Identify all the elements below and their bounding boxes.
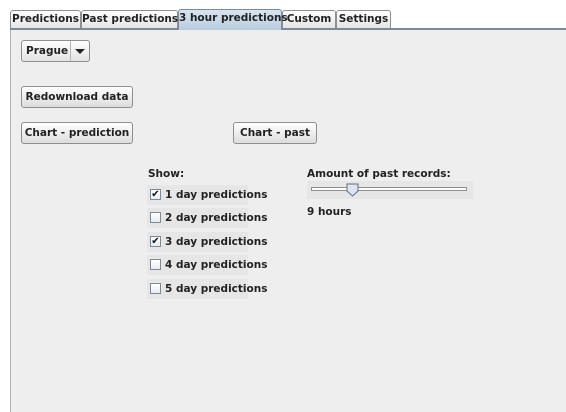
checkbox-label: 2 day predictions — [165, 212, 268, 224]
checkbox-label: 3 day predictions — [165, 236, 268, 248]
chart-past-button[interactable]: Chart - past — [233, 122, 317, 144]
app-window: Predictions Past predictions 3 hour pred… — [0, 0, 566, 412]
checkbox-label: 1 day predictions — [165, 189, 268, 201]
city-select-value: Prague — [26, 45, 69, 57]
past-records-value: 9 hours — [307, 206, 352, 218]
checkbox-3-day-predictions[interactable]: ✔ 3 day predictions — [147, 232, 267, 252]
tab-predictions[interactable]: Predictions — [10, 10, 81, 28]
past-records-slider[interactable] — [307, 181, 473, 199]
chevron-down-icon — [75, 49, 85, 54]
city-select[interactable]: Prague — [21, 40, 90, 62]
checkbox-2-day-predictions[interactable]: 2 day predictions — [147, 208, 267, 228]
checkbox-1-day-predictions[interactable]: ✔ 1 day predictions — [147, 185, 267, 205]
checkbox-box[interactable]: ✔ — [150, 236, 161, 247]
tab-bar: Predictions Past predictions 3 hour pred… — [10, 9, 566, 30]
city-select-dropdown-button[interactable] — [70, 41, 89, 61]
checkbox-box[interactable]: ✔ — [150, 189, 161, 200]
checkbox-5-day-predictions[interactable]: 5 day predictions — [147, 279, 267, 299]
checkbox-4-day-predictions[interactable]: 4 day predictions — [147, 255, 267, 275]
checkbox-box[interactable] — [150, 259, 161, 270]
tab-custom[interactable]: Custom — [282, 10, 336, 28]
checkbox-box[interactable] — [150, 212, 161, 223]
chart-prediction-button[interactable]: Chart - prediction — [21, 122, 133, 144]
slider-track[interactable] — [311, 187, 467, 191]
past-records-label: Amount of past records: — [307, 168, 451, 180]
tab-past-predictions[interactable]: Past predictions — [81, 10, 178, 28]
checkbox-label: 5 day predictions — [165, 283, 268, 295]
checkbox-box[interactable] — [150, 283, 161, 294]
tab-3-hour-predictions[interactable]: 3 hour predictions — [178, 9, 288, 30]
slider-thumb[interactable] — [346, 183, 359, 197]
show-label: Show: — [148, 168, 185, 180]
tab-settings[interactable]: Settings — [336, 10, 391, 28]
checkbox-label: 4 day predictions — [165, 259, 268, 271]
redownload-data-button[interactable]: Redownload data — [21, 86, 133, 108]
